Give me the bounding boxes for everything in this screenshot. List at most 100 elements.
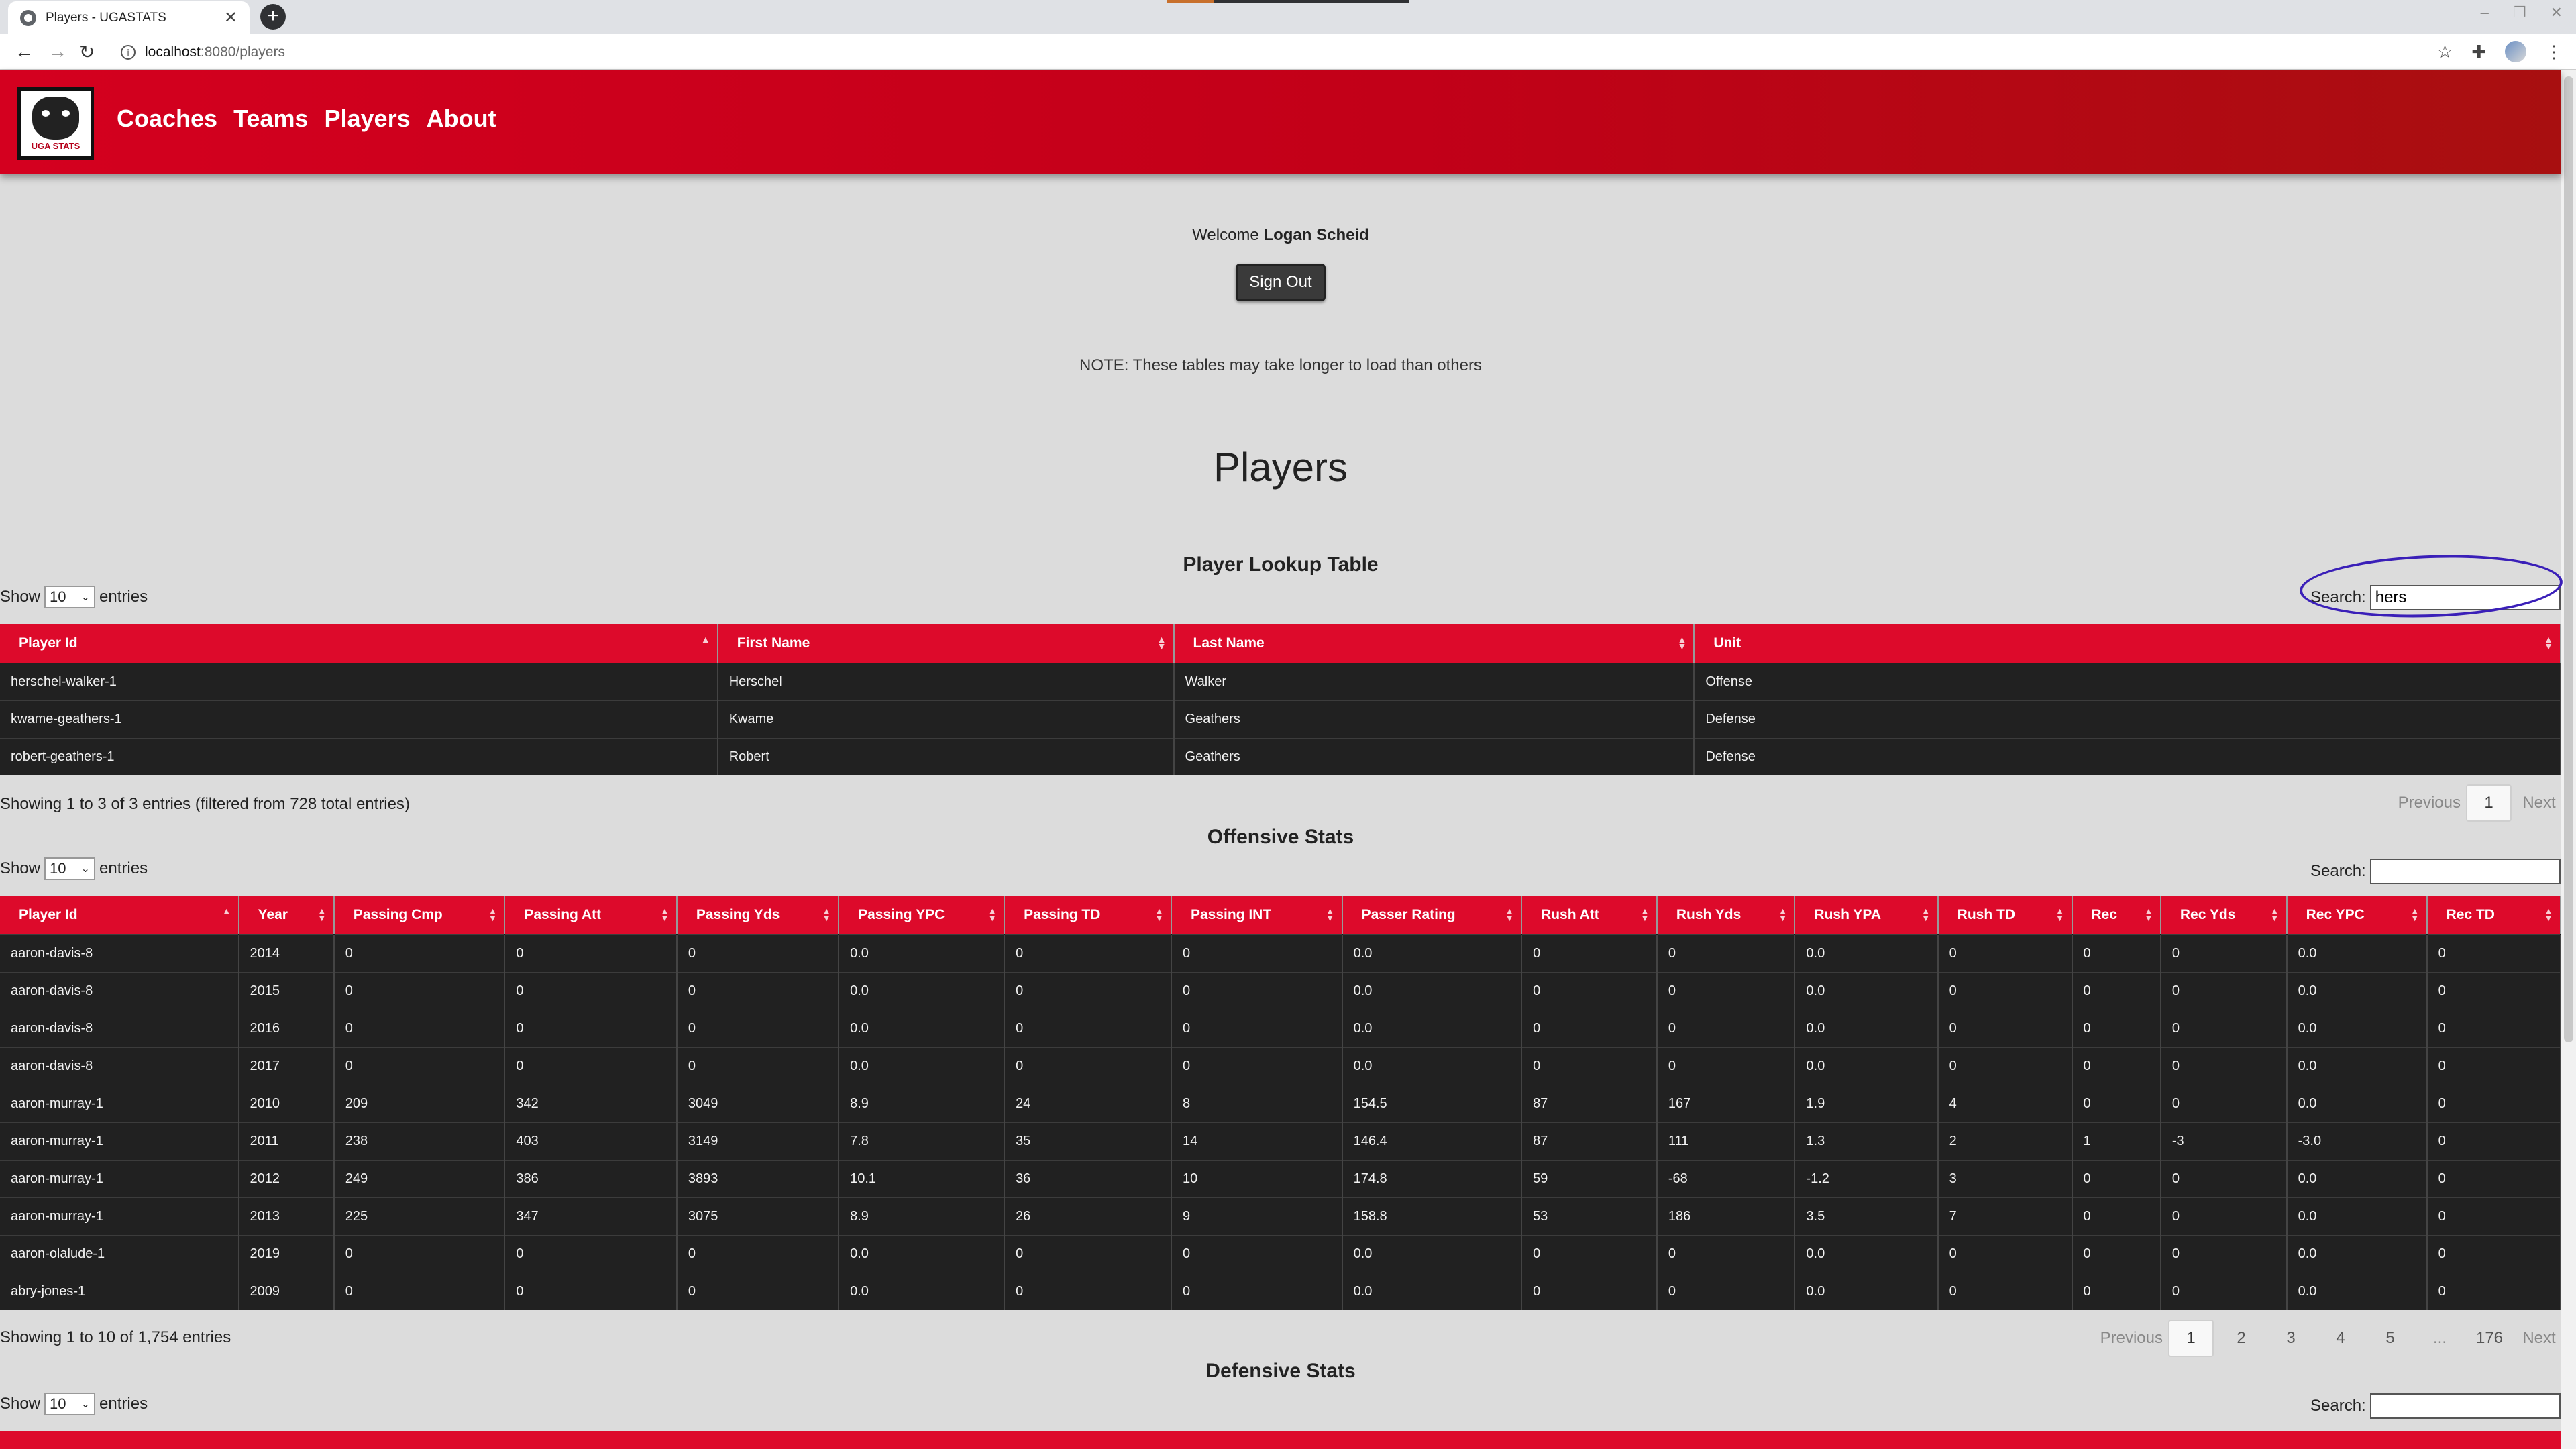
page-size-value: 10 <box>50 1395 66 1412</box>
column-header-rec-td[interactable]: Rec TD ▲ ▼ <box>2426 896 2562 934</box>
table-row[interactable]: aaron-murray-1 2010 209 342 3049 8.9 24 8 154.5 8… <box>0 1084 2562 1122</box>
column-header-rec-ypc[interactable]: Rec YPC ▲ ▼ <box>2286 896 2428 934</box>
minimize-icon[interactable]: – <box>2481 4 2489 21</box>
column-header-rush-td[interactable]: Rush TD ▲ ▼ <box>1937 896 2073 934</box>
table-cell: 0 <box>1937 1009 2073 1047</box>
site-info-icon[interactable]: i <box>121 45 136 60</box>
site-logo[interactable]: UGA STATS <box>17 87 94 160</box>
reload-icon[interactable]: ↻ <box>79 41 95 63</box>
forward-icon[interactable]: → <box>48 41 67 62</box>
table-row[interactable]: aaron-davis-8 2017 0 0 0 0.0 0 0 0.0 0 0 0.0 0 0 0 0.0 0 <box>0 1046 2562 1085</box>
pager-page-button[interactable]: 4 <box>2318 1320 2363 1357</box>
table-cell: 2014 <box>238 934 335 972</box>
pager-page-button[interactable]: 5 <box>2368 1320 2412 1357</box>
nav-link-about[interactable]: About <box>427 105 496 133</box>
table-row[interactable]: aaron-olalude-1 2019 0 0 0 0.0 0 0 0.0 0 0 0.0 0 0 0 0.… <box>0 1234 2562 1273</box>
table-cell: 158.8 <box>1342 1197 1523 1235</box>
table-row[interactable]: aaron-davis-8 2014 0 0 0 0.0 0 0 0.0 0 0 0.0 0 0 0 0.0 0 <box>0 934 2562 972</box>
offense-search: Search: <box>2310 859 2561 884</box>
column-header-rec-yds[interactable]: Rec Yds ▲ ▼ <box>2160 896 2288 934</box>
site-navbar: UGA STATS Coaches Teams Players About <box>0 70 2561 174</box>
pager-page-button[interactable]: 1 <box>2466 784 2512 822</box>
table-cell: 225 <box>333 1197 506 1235</box>
pager-previous-button[interactable]: Previous <box>2398 784 2461 822</box>
column-header-rush-ypa[interactable]: Rush YPA ▲ ▼ <box>1794 896 1939 934</box>
table-cell: 0 <box>1656 1046 1796 1085</box>
offense-page-size-select[interactable]: 10 ⌄ <box>44 857 96 880</box>
nav-link-players[interactable]: Players <box>324 105 410 133</box>
pager-page-button[interactable]: 1 <box>2168 1320 2214 1357</box>
column-header-year[interactable]: Year ▲ ▼ <box>238 896 335 934</box>
scrollbar-thumb[interactable] <box>2564 76 2573 1042</box>
column-header-passing-att[interactable]: Passing Att ▲ ▼ <box>504 896 678 934</box>
table-cell: 0 <box>2072 1159 2161 1197</box>
pager-next-button[interactable]: Next <box>2517 784 2561 822</box>
table-row[interactable]: herschel-walker-1 Herschel Walker Offense <box>0 662 2561 700</box>
table-cell: 0.0 <box>1342 1046 1523 1085</box>
close-window-icon[interactable]: ✕ <box>2551 4 2563 21</box>
table-cell: 0 <box>2072 971 2161 1010</box>
defense-search-input[interactable] <box>2369 1393 2561 1419</box>
pager-page-button[interactable]: 3 <box>2269 1320 2313 1357</box>
table-cell: 0 <box>1171 971 1343 1010</box>
page-scrollbar[interactable] <box>2561 70 2576 1449</box>
table-cell: 0 <box>676 1009 840 1047</box>
table-cell: 342 <box>504 1084 678 1122</box>
table-cell: 0 <box>1004 1009 1172 1047</box>
table-row[interactable]: aaron-davis-8 2016 0 0 0 0.0 0 0 0.0 0 0 0.0 0 0 0 0.0 0 <box>0 1009 2562 1047</box>
table-row[interactable]: aaron-davis-8 2015 0 0 0 0.0 0 0 0.0 0 0 0.0 0 0 0 0.0 0 <box>0 971 2562 1010</box>
table-row[interactable]: aaron-murray-1 2012 249 386 3893 10.1 36 10 174.… <box>0 1159 2562 1197</box>
table-row[interactable]: aaron-murray-1 2011 238 403 3149 7.8 35 14 146.4… <box>0 1122 2562 1160</box>
column-header-player-id[interactable]: Player Id ▲ <box>0 624 718 663</box>
restore-icon[interactable]: ❐ <box>2513 4 2526 21</box>
browser-menu-icon[interactable]: ⋮ <box>2545 42 2563 62</box>
table-row[interactable]: robert-geathers-1 Robert Geathers Defense <box>0 737 2561 775</box>
column-header-rush-att[interactable]: Rush Att ▲ ▼ <box>1521 896 1658 934</box>
extensions-icon[interactable]: ✚ <box>2471 42 2486 62</box>
column-header-passing-yds[interactable]: Passing Yds ▲ ▼ <box>676 896 840 934</box>
column-header-rush-yds[interactable]: Rush Yds ▲ ▼ <box>1656 896 1796 934</box>
tab-close-icon[interactable]: ✕ <box>224 8 237 28</box>
browser-tab[interactable]: Players - UGASTATS ✕ <box>8 1 250 34</box>
column-header-passing-int[interactable]: Passing INT ▲ ▼ <box>1171 896 1343 934</box>
column-header-first-name[interactable]: First Name ▲ ▼ <box>717 624 1175 663</box>
sort-icon: ▲ ▼ <box>2055 906 2065 923</box>
offense-search-input[interactable] <box>2369 859 2561 884</box>
table-cell: aaron-murray-1 <box>0 1197 239 1235</box>
table-cell: 0 <box>2160 1272 2288 1310</box>
nav-link-coaches[interactable]: Coaches <box>117 105 217 133</box>
table-row[interactable]: aaron-murray-1 2013 225 347 3075 8.9 26 9 158.8 5… <box>0 1197 2562 1235</box>
column-header-passer-rating[interactable]: Passer Rating ▲ ▼ <box>1342 896 1523 934</box>
welcome-prefix: Welcome <box>1192 226 1259 244</box>
back-icon[interactable]: ← <box>15 41 34 62</box>
table-cell: 0.0 <box>1794 1046 1939 1085</box>
table-cell: 0 <box>1656 1009 1796 1047</box>
defense-page-size-select[interactable]: 10 ⌄ <box>44 1393 96 1415</box>
pager-next-button[interactable]: Next <box>2517 1320 2561 1357</box>
lookup-page-size-select[interactable]: 10 ⌄ <box>44 586 96 608</box>
column-header-passing-cmp[interactable]: Passing Cmp ▲ ▼ <box>333 896 506 934</box>
column-header-passing-td[interactable]: Passing TD ▲ ▼ <box>1004 896 1172 934</box>
load-note: NOTE: These tables may take longer to lo… <box>1079 356 1482 374</box>
table-cell: 2017 <box>238 1046 335 1085</box>
pager-page-button[interactable]: 2 <box>2219 1320 2263 1357</box>
column-header-passing-ypc[interactable]: Passing YPC ▲ ▼ <box>839 896 1006 934</box>
pager-previous-button[interactable]: Previous <box>2100 1320 2163 1357</box>
bookmark-star-icon[interactable]: ☆ <box>2437 42 2453 62</box>
pager-page-button[interactable]: 176 <box>2467 1320 2512 1357</box>
table-row[interactable]: kwame-geathers-1 Kwame Geathers Defense <box>0 700 2561 738</box>
table-cell: 209 <box>333 1084 506 1122</box>
sign-out-button[interactable]: Sign Out <box>1236 264 1326 301</box>
column-header-last-name[interactable]: Last Name ▲ ▼ <box>1173 624 1695 663</box>
profile-avatar[interactable] <box>2505 41 2526 62</box>
column-header-player-id[interactable]: Player Id ▲ <box>0 896 239 934</box>
table-row[interactable]: abry-jones-1 2009 0 0 0 0.0 0 0 0.0 0 0 0.0 0 0 0 0.0 0 <box>0 1272 2562 1310</box>
url-field[interactable]: i localhost:8080/players <box>114 40 2422 65</box>
column-header-rec[interactable]: Rec ▲ ▼ <box>2072 896 2161 934</box>
nav-link-teams[interactable]: Teams <box>233 105 308 133</box>
lookup-search-input[interactable] <box>2369 585 2561 610</box>
table-cell: 0 <box>2072 1234 2161 1273</box>
table-cell: 3049 <box>676 1084 840 1122</box>
column-header-unit[interactable]: Unit ▲ ▼ <box>1694 624 2561 663</box>
new-tab-button[interactable]: + <box>260 4 286 30</box>
